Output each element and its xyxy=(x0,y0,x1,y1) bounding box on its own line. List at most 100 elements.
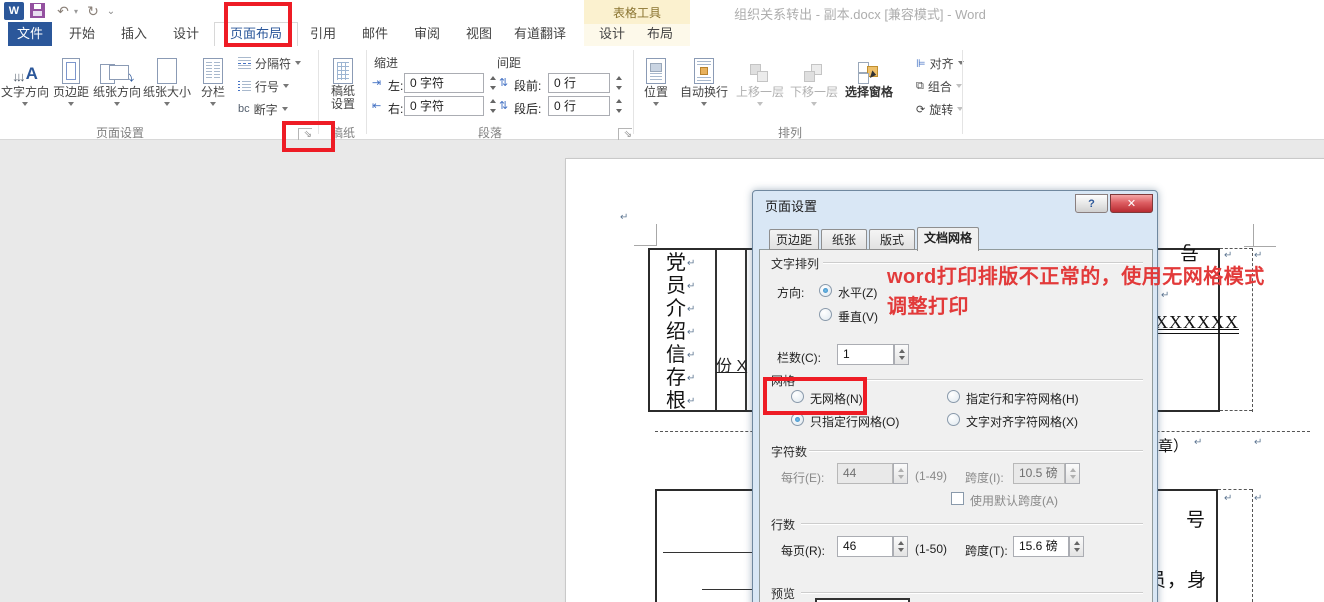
orientation-button[interactable]: ⤵ 纸张方向 xyxy=(92,50,142,126)
word-logo-icon[interactable]: W xyxy=(4,2,24,20)
direction-vertical-radio[interactable] xyxy=(819,308,832,321)
arrange-group-label: 排列 xyxy=(760,124,820,141)
chars-section-label: 字符数 xyxy=(769,443,809,460)
indent-left-icon: ⇥ xyxy=(372,76,386,89)
dialog-help-button[interactable]: ? xyxy=(1075,194,1108,213)
text-flow-section-label: 文字排列 xyxy=(769,255,821,272)
align-button[interactable]: ⊫ 对齐 xyxy=(916,54,964,72)
line-pitch-stepper[interactable] xyxy=(1069,536,1084,557)
tab-youdao-translate[interactable]: 有道翻译 xyxy=(506,22,574,46)
tab-file[interactable]: 文件 xyxy=(8,22,52,46)
send-backward-button[interactable]: 下移一层 xyxy=(788,50,840,126)
qat-customize-icon[interactable]: ⌄ xyxy=(104,2,118,20)
group-button[interactable]: ⧉ 组合 xyxy=(916,77,962,95)
group-icon: ⧉ xyxy=(916,80,924,93)
align-icon: ⊫ xyxy=(916,57,926,70)
line-numbers-button[interactable]: 行号 xyxy=(238,77,289,95)
lines-per-page-input[interactable]: 46 xyxy=(837,536,893,557)
spacing-before-stepper[interactable] xyxy=(612,73,625,93)
document-canvas[interactable]: ↵ 党↵ 员↵ 介↵ 绍↵ 信↵ 存↵ 根↵ 份 X 号 ↵ ↵ ↵ XXXXX… xyxy=(0,140,1324,602)
highlight-box-dialog-launcher xyxy=(282,121,335,152)
manuscript-setup-button[interactable]: 稿纸 设置 xyxy=(322,50,364,126)
tab-mailings[interactable]: 邮件 xyxy=(354,22,396,46)
indent-right-icon: ⇤ xyxy=(372,99,386,112)
annotation-line-2: 调整打印 xyxy=(887,290,969,319)
columns-button[interactable]: 分栏 xyxy=(194,50,232,126)
lines-per-page-stepper[interactable] xyxy=(893,536,908,557)
position-button[interactable]: 位置 xyxy=(638,50,674,126)
tab-insert[interactable]: 插入 xyxy=(112,22,156,46)
dialog-title: 页面设置 xyxy=(765,196,817,215)
save-icon[interactable] xyxy=(30,3,45,18)
page-size-icon xyxy=(142,52,192,84)
tab-design[interactable]: 设计 xyxy=(164,22,208,46)
wrap-text-icon xyxy=(676,52,732,84)
placeholder-xxxxxx-text: XXXXXX xyxy=(1155,312,1239,334)
tab-table-layout[interactable]: 布局 xyxy=(638,22,682,46)
chars-range-label: (1-49) xyxy=(915,469,947,483)
highlight-box-no-grid xyxy=(763,377,867,415)
margins-icon xyxy=(50,52,92,84)
indent-left-input[interactable]: 0 字符 xyxy=(404,73,484,93)
tab-table-design[interactable]: 设计 xyxy=(590,22,634,46)
wrap-text-button[interactable]: 自动换行 xyxy=(676,50,732,126)
dialog-tab-document-grid[interactable]: 文档网格 xyxy=(917,227,979,251)
use-default-pitch-checkbox[interactable] xyxy=(951,492,964,505)
char-pitch-input: 10.5 磅 xyxy=(1013,463,1065,484)
margin-crop-mark xyxy=(634,245,656,246)
dialog-close-button[interactable]: ✕ xyxy=(1110,194,1153,213)
tab-view[interactable]: 视图 xyxy=(458,22,500,46)
close-icon: ✕ xyxy=(1127,197,1136,210)
hyphenation-button[interactable]: bc 断字 xyxy=(238,100,288,118)
undo-icon[interactable]: ↶ xyxy=(54,2,72,20)
spacing-before-input[interactable]: 0 行 xyxy=(548,73,610,93)
margin-crop-mark xyxy=(656,224,657,246)
spacing-before-icon: ⇅ xyxy=(499,76,513,89)
direction-horizontal-radio[interactable] xyxy=(819,284,832,297)
page-setup-dialog: 页面设置 ? ✕ 页边距 纸张 版式 文档网格 文字排列 方向: 水平(Z) 垂… xyxy=(752,190,1158,602)
lines-and-chars-grid-radio[interactable] xyxy=(947,390,960,403)
tab-review[interactable]: 审阅 xyxy=(406,22,448,46)
highlight-box-page-layout-tab xyxy=(224,2,292,47)
line-pitch-label: 跨度(T): xyxy=(965,542,1008,559)
spacing-before-label: 段前: xyxy=(514,77,541,94)
orientation-icon: ⤵ xyxy=(92,52,142,84)
tab-references[interactable]: 引用 xyxy=(302,22,344,46)
lines-section-label: 行数 xyxy=(769,516,797,533)
rotate-button[interactable]: ⟳ 旋转 xyxy=(916,100,963,118)
columns-stepper[interactable] xyxy=(894,344,909,365)
align-chars-grid-radio[interactable] xyxy=(947,413,960,426)
lines-per-page-label: 每页(R): xyxy=(781,542,825,559)
redo-icon[interactable]: ↻ xyxy=(84,2,102,20)
indent-right-label: 右: xyxy=(388,100,403,117)
stub-fen-text: 份 X xyxy=(716,352,747,376)
ribbon-tab-row: 文件 开始 插入 设计 页面布局 引用 邮件 审阅 视图 有道翻译 设计 布局 xyxy=(0,22,1324,46)
selection-pane-button[interactable]: 选择窗格 xyxy=(842,50,896,126)
breaks-button[interactable]: 分隔符 xyxy=(238,54,301,72)
dialog-tab-layout[interactable]: 版式 xyxy=(869,229,915,250)
page-size-button[interactable]: 纸张大小 xyxy=(142,50,192,126)
preview-section-label: 预览 xyxy=(769,585,797,602)
margins-button[interactable]: 页边距 xyxy=(50,50,92,126)
text-direction-button[interactable]: ↓↓↓ A 文字方向 xyxy=(0,50,50,126)
spacing-after-input[interactable]: 0 行 xyxy=(548,96,610,116)
columns-input[interactable]: 1 xyxy=(837,344,894,365)
tab-home[interactable]: 开始 xyxy=(60,22,104,46)
chars-per-line-input: 44 xyxy=(837,463,893,484)
blank-underline xyxy=(702,589,752,590)
bring-forward-button[interactable]: 上移一层 xyxy=(734,50,786,126)
indent-right-input[interactable]: 0 字符 xyxy=(404,96,484,116)
page-setup-group-label: 页面设置 xyxy=(40,124,200,141)
margin-crop-mark xyxy=(1244,246,1276,247)
hyphenation-icon: bc xyxy=(238,103,250,115)
dialog-title-bar[interactable]: 页面设置 ? ✕ xyxy=(753,191,1157,217)
dialog-tab-margins[interactable]: 页边距 xyxy=(769,229,819,250)
line-pitch-input[interactable]: 15.6 磅 xyxy=(1013,536,1069,557)
undo-dropdown-icon[interactable]: ▾ xyxy=(72,2,80,20)
indent-right-stepper[interactable] xyxy=(486,96,499,116)
chars-per-line-label: 每行(E): xyxy=(781,469,824,486)
indent-left-stepper[interactable] xyxy=(486,73,499,93)
dialog-tab-paper[interactable]: 纸张 xyxy=(821,229,867,250)
spacing-after-stepper[interactable] xyxy=(612,96,625,116)
indent-header: 缩进 xyxy=(374,54,398,71)
